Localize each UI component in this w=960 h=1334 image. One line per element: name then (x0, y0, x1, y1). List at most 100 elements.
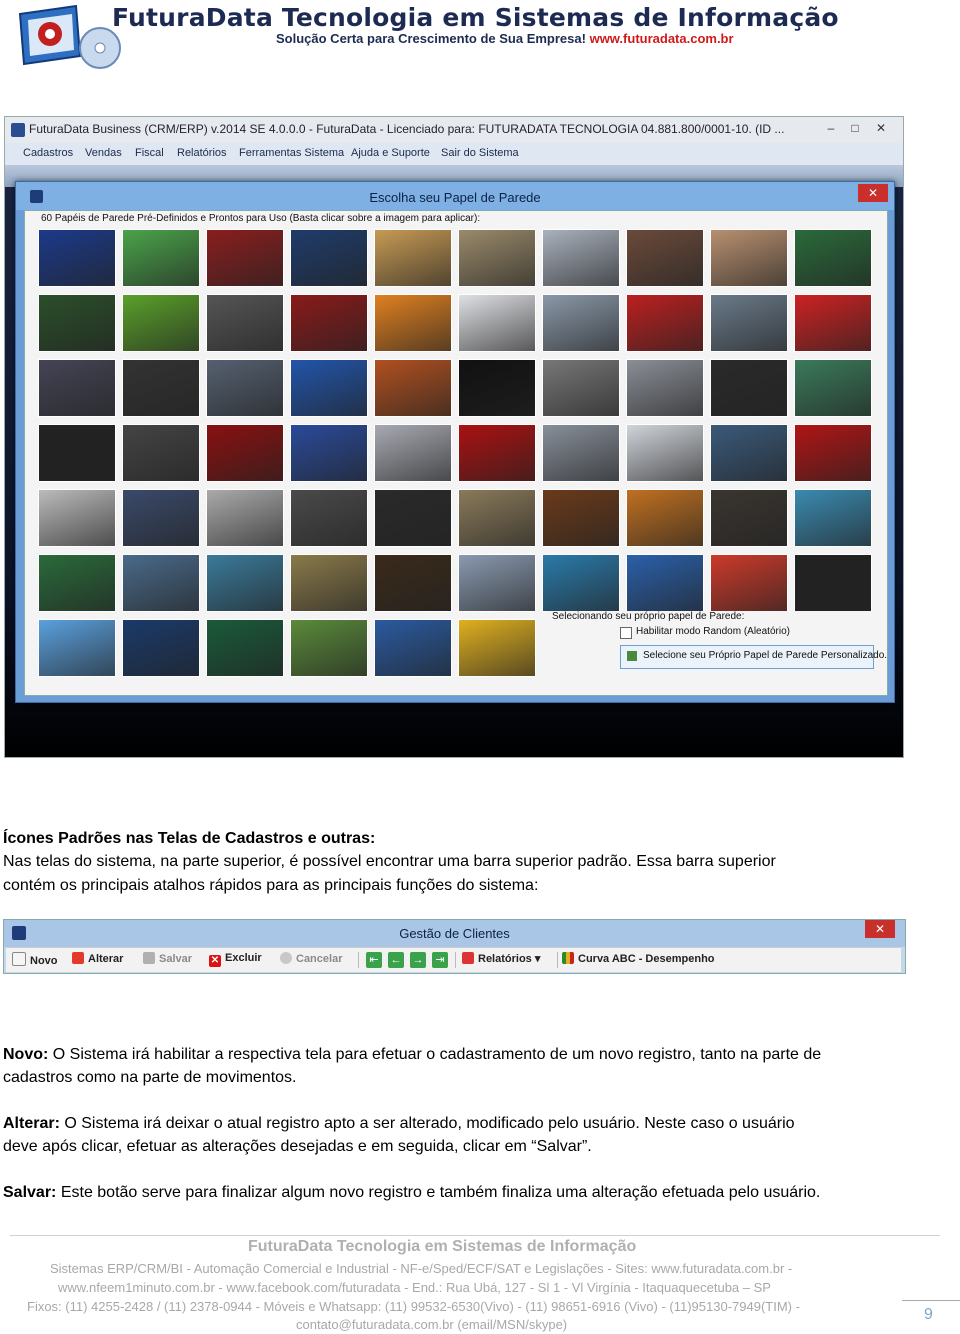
wallpaper-thumbnail[interactable] (290, 294, 368, 352)
wallpaper-thumbnail[interactable] (38, 554, 116, 612)
wallpaper-thumbnail[interactable] (710, 554, 788, 612)
wallpaper-thumbnail[interactable] (626, 359, 704, 417)
maximize-icon[interactable]: □ (843, 119, 867, 137)
wallpaper-thumbnail[interactable] (38, 359, 116, 417)
wallpaper-thumbnail[interactable] (374, 359, 452, 417)
excluir-button[interactable]: ✕ Excluir (209, 952, 262, 968)
wallpaper-thumbnail[interactable] (38, 229, 116, 287)
header-url[interactable]: www.futuradata.com.br (590, 31, 734, 46)
menu-cadastros[interactable]: Cadastros (23, 147, 73, 159)
wallpaper-thumbnail[interactable] (626, 424, 704, 482)
wallpaper-thumbnail[interactable] (542, 554, 620, 612)
salvar-button[interactable]: Salvar (143, 952, 192, 968)
wallpaper-thumbnail[interactable] (458, 229, 536, 287)
dialog-title: Escolha seu Papel de Parede (369, 190, 541, 205)
wallpaper-thumbnail[interactable] (458, 619, 536, 677)
page-number-divider (902, 1300, 960, 1301)
wallpaper-thumbnail[interactable] (542, 229, 620, 287)
wallpaper-thumbnail[interactable] (626, 229, 704, 287)
wallpaper-thumbnail[interactable] (38, 294, 116, 352)
wallpaper-thumbnail[interactable] (122, 294, 200, 352)
minimize-icon[interactable]: – (819, 119, 843, 137)
wallpaper-thumbnail[interactable] (542, 489, 620, 547)
wallpaper-thumbnail[interactable] (206, 229, 284, 287)
menu-sair[interactable]: Sair do Sistema (441, 147, 519, 159)
wallpaper-thumbnail[interactable] (38, 489, 116, 547)
wallpaper-thumbnail[interactable] (290, 619, 368, 677)
gc-close-icon[interactable]: ✕ (865, 920, 895, 938)
wallpaper-thumbnail[interactable] (710, 229, 788, 287)
alterar-button[interactable]: Alterar (72, 952, 123, 968)
wallpaper-thumbnail[interactable] (794, 554, 872, 612)
wallpaper-thumbnail[interactable] (794, 424, 872, 482)
custom-wallpaper-panel: Selecionando seu próprio papel de Parede… (546, 611, 887, 683)
menu-ajuda[interactable]: Ajuda e Suporte (351, 147, 430, 159)
select-wallpaper-button[interactable]: Selecione seu Próprio Papel de Parede Pe… (620, 645, 887, 669)
wallpaper-thumbnail[interactable] (206, 554, 284, 612)
prev-record-icon[interactable]: ← (388, 952, 404, 968)
wallpaper-thumbnail[interactable] (710, 294, 788, 352)
image-icon (627, 651, 637, 661)
menu-ferramentas[interactable]: Ferramentas Sistema (239, 147, 344, 159)
wallpaper-thumbnail[interactable] (38, 424, 116, 482)
wallpaper-thumbnail[interactable] (458, 489, 536, 547)
cancelar-button[interactable]: Cancelar (280, 952, 342, 968)
wallpaper-thumbnail[interactable] (794, 489, 872, 547)
wallpaper-thumbnail[interactable] (458, 424, 536, 482)
wallpaper-thumbnail[interactable] (626, 489, 704, 547)
wallpaper-thumbnail[interactable] (290, 229, 368, 287)
wallpaper-thumbnail[interactable] (794, 359, 872, 417)
wallpaper-thumbnail[interactable] (710, 489, 788, 547)
wallpaper-thumbnail[interactable] (122, 359, 200, 417)
wallpaper-thumbnail[interactable] (710, 359, 788, 417)
last-record-icon[interactable]: ⇥ (432, 952, 448, 968)
wallpaper-thumbnail[interactable] (794, 294, 872, 352)
wallpaper-thumbnail[interactable] (458, 294, 536, 352)
wallpaper-thumbnail[interactable] (374, 294, 452, 352)
wallpaper-thumbnail[interactable] (290, 424, 368, 482)
wallpaper-thumbnail[interactable] (38, 619, 116, 677)
wallpaper-thumbnail[interactable] (542, 424, 620, 482)
wallpaper-thumbnail[interactable] (626, 554, 704, 612)
wallpaper-thumbnail[interactable] (374, 619, 452, 677)
novo-button[interactable]: Novo (12, 952, 58, 968)
first-record-icon[interactable]: ⇤ (366, 952, 382, 968)
alterar-label: Alterar (88, 953, 124, 965)
close-icon[interactable]: ✕ (869, 119, 893, 137)
wallpaper-thumbnail[interactable] (206, 294, 284, 352)
wallpaper-thumbnail[interactable] (206, 359, 284, 417)
curva-abc-button[interactable]: Curva ABC - Desempenho (562, 952, 715, 968)
wallpaper-thumbnail[interactable] (290, 359, 368, 417)
wallpaper-thumbnail[interactable] (290, 554, 368, 612)
dialog-hint: 60 Papéis de Parede Pré-Definidos e Pron… (41, 213, 481, 224)
wallpaper-thumbnail[interactable] (626, 294, 704, 352)
menu-relatorios[interactable]: Relatórios (177, 147, 227, 159)
wallpaper-thumbnail[interactable] (122, 619, 200, 677)
wallpaper-thumbnail[interactable] (206, 619, 284, 677)
wallpaper-thumbnail[interactable] (374, 424, 452, 482)
wallpaper-thumbnail[interactable] (542, 359, 620, 417)
wallpaper-thumbnail[interactable] (122, 424, 200, 482)
wallpaper-thumbnail[interactable] (290, 489, 368, 547)
wallpaper-thumbnail[interactable] (710, 424, 788, 482)
wallpaper-thumbnail[interactable] (458, 554, 536, 612)
wallpaper-thumbnail[interactable] (374, 489, 452, 547)
dialog-body: 60 Papéis de Parede Pré-Definidos e Pron… (24, 210, 888, 696)
relatorios-button[interactable]: Relatórios ▾ (462, 952, 540, 968)
wallpaper-thumbnail[interactable] (122, 229, 200, 287)
wallpaper-thumbnail[interactable] (374, 554, 452, 612)
wallpaper-thumbnail[interactable] (542, 294, 620, 352)
wallpaper-thumbnail[interactable] (206, 489, 284, 547)
next-record-icon[interactable]: → (410, 952, 426, 968)
wallpaper-thumbnail[interactable] (122, 489, 200, 547)
wallpaper-thumbnail[interactable] (794, 229, 872, 287)
wallpaper-thumbnail[interactable] (458, 359, 536, 417)
dialog-close-icon[interactable]: ✕ (858, 184, 888, 202)
random-mode-checkbox[interactable] (620, 627, 632, 639)
header-slogan: Solução Certa para Crescimento de Sua Em… (276, 31, 586, 46)
menu-vendas[interactable]: Vendas (85, 147, 122, 159)
wallpaper-thumbnail[interactable] (122, 554, 200, 612)
wallpaper-thumbnail[interactable] (374, 229, 452, 287)
menu-fiscal[interactable]: Fiscal (135, 147, 164, 159)
wallpaper-thumbnail[interactable] (206, 424, 284, 482)
